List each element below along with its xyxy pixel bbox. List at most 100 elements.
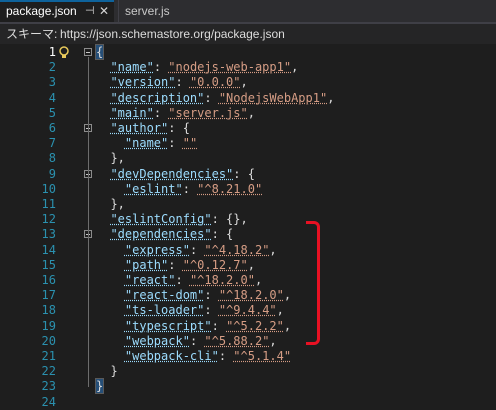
code-line[interactable]: 4 "description": "NodejsWebApp1",: [0, 91, 496, 106]
code-line[interactable]: 8 },: [0, 151, 496, 166]
code-line[interactable]: 13 "dependencies": {: [0, 227, 496, 242]
code-text: "express": "^4.18.2",: [96, 243, 277, 258]
code-editor[interactable]: 1{2 "name": "nodejs-web-app1", 3 "version…: [0, 44, 496, 409]
json-punct: :: [153, 105, 169, 120]
code-line[interactable]: 17 "react-dom": "^18.2.0",: [0, 288, 496, 303]
pin-icon[interactable]: ⊣: [85, 2, 95, 21]
code-line[interactable]: 24: [0, 395, 496, 410]
json-string: "^18.2.0": [189, 273, 255, 287]
line-number: 17: [41, 288, 56, 303]
json-brace: }: [94, 378, 105, 395]
json-key: "dependencies": [110, 227, 212, 242]
code-line[interactable]: 1{: [0, 44, 496, 60]
code-line[interactable]: 2 "name": "nodejs-web-app1",: [0, 60, 496, 75]
json-punct: ,: [254, 273, 263, 287]
json-key: "eslintConfig": [110, 212, 212, 227]
line-number: 8: [48, 151, 56, 166]
code-line[interactable]: 12 "eslintConfig": {},: [0, 212, 496, 227]
json-string: "^5.2.2": [226, 318, 284, 333]
code-text: },: [96, 197, 124, 212]
line-number: 2: [48, 60, 56, 75]
code-text: "typescript": "^5.2.2",: [96, 319, 291, 334]
code-text: "webpack-cli": "^5.1.4": [96, 349, 291, 364]
code-line[interactable]: 6 "author": {: [0, 121, 496, 136]
json-punct: :: [153, 60, 169, 75]
json-punct: [96, 227, 110, 241]
json-string: "nodejs-web-app1": [168, 60, 292, 75]
json-punct: [96, 243, 125, 257]
json-string: "": [182, 136, 198, 151]
line-number: 6: [48, 121, 56, 135]
json-punct: [96, 319, 125, 333]
code-text: "path": "^0.12.7",: [96, 258, 255, 273]
json-punct: ,: [283, 288, 292, 303]
json-punct: [96, 258, 125, 272]
json-punct: [96, 75, 110, 89]
tab-server-js[interactable]: server.js: [118, 0, 208, 22]
json-punct: [96, 303, 125, 317]
code-line[interactable]: 5 "main": "server.js",: [0, 106, 496, 121]
code-text: "author": {: [96, 121, 189, 136]
json-key: "typescript": [124, 318, 212, 333]
json-punct: ,: [327, 90, 335, 105]
document-tab-bar: package.json ⊣ ✕ server.js: [0, 0, 496, 24]
json-key: "react": [124, 273, 176, 287]
code-line[interactable]: 21 "webpack-cli": "^5.1.4": [0, 349, 496, 364]
json-punct: [96, 182, 125, 196]
schema-url[interactable]: https://json.schemastore.org/package.jso…: [60, 24, 285, 44]
line-number: 10: [41, 181, 56, 196]
code-text: "dependencies": {: [96, 227, 233, 242]
code-line[interactable]: 23}: [0, 378, 496, 395]
line-number: 13: [41, 227, 56, 242]
json-string: "^8.21.0": [197, 181, 263, 196]
code-text: "eslint": "^8.21.0": [96, 182, 262, 197]
json-punct: :: [189, 333, 205, 348]
json-punct: :: [204, 303, 219, 318]
code-line[interactable]: 11 },: [0, 197, 496, 212]
code-line[interactable]: 20 "webpack": "^5.88.2",: [0, 334, 496, 349]
json-string: "server.js": [168, 105, 248, 120]
code-line[interactable]: 10 "eslint": "^8.21.0": [0, 182, 496, 197]
json-punct: :: [218, 349, 234, 363]
json-string: "^5.88.2": [204, 333, 270, 348]
code-text: "name": "": [96, 136, 197, 151]
tab-package-json[interactable]: package.json ⊣ ✕: [0, 0, 114, 22]
code-text: "react": "^18.2.0",: [96, 273, 262, 288]
schema-label: スキーマ:: [6, 27, 58, 41]
json-punct: ,: [283, 318, 292, 333]
line-number: 4: [48, 90, 56, 105]
json-punct: ,: [276, 303, 284, 318]
code-line[interactable]: 3 "version": "0.0.0",: [0, 75, 496, 90]
code-line[interactable]: 19 "typescript": "^5.2.2",: [0, 319, 496, 334]
json-punct: :: [204, 288, 219, 303]
code-line[interactable]: 18 "ts-loader": "^9.4.4",: [0, 303, 496, 318]
code-text: "react-dom": "^18.2.0",: [96, 288, 291, 303]
close-icon[interactable]: ✕: [99, 2, 109, 21]
json-punct: [96, 288, 125, 302]
json-punct: :: [175, 273, 190, 287]
code-line[interactable]: 15 "path": "^0.12.7",: [0, 258, 496, 273]
code-text: }: [94, 378, 105, 395]
line-number: 16: [41, 273, 56, 287]
line-number: 22: [41, 364, 56, 379]
json-key: "ts-loader": [124, 303, 205, 318]
line-number: 20: [41, 333, 56, 348]
code-text: }: [96, 364, 118, 379]
line-number: 21: [41, 349, 56, 363]
code-text: "name": "nodejs-web-app1",: [96, 60, 298, 75]
code-line[interactable]: 7 "name": "": [0, 136, 496, 151]
code-line[interactable]: 9 "devDependencies": {: [0, 167, 496, 182]
line-number: 19: [41, 318, 56, 333]
json-punct: :: [182, 181, 198, 196]
code-text: "main": "server.js",: [96, 106, 255, 121]
fold-toggle-icon[interactable]: [84, 48, 92, 56]
json-punct: }: [96, 364, 118, 379]
json-string: "^5.1.4": [233, 349, 292, 363]
json-string: "^4.18.2": [204, 242, 270, 257]
code-line[interactable]: 16 "react": "^18.2.0",: [0, 273, 496, 288]
code-line[interactable]: 14 "express": "^4.18.2",: [0, 243, 496, 258]
line-number: 23: [41, 379, 56, 394]
code-line[interactable]: 22 }: [0, 364, 496, 379]
json-punct: :: [168, 257, 183, 272]
json-punct: :: [175, 75, 190, 90]
